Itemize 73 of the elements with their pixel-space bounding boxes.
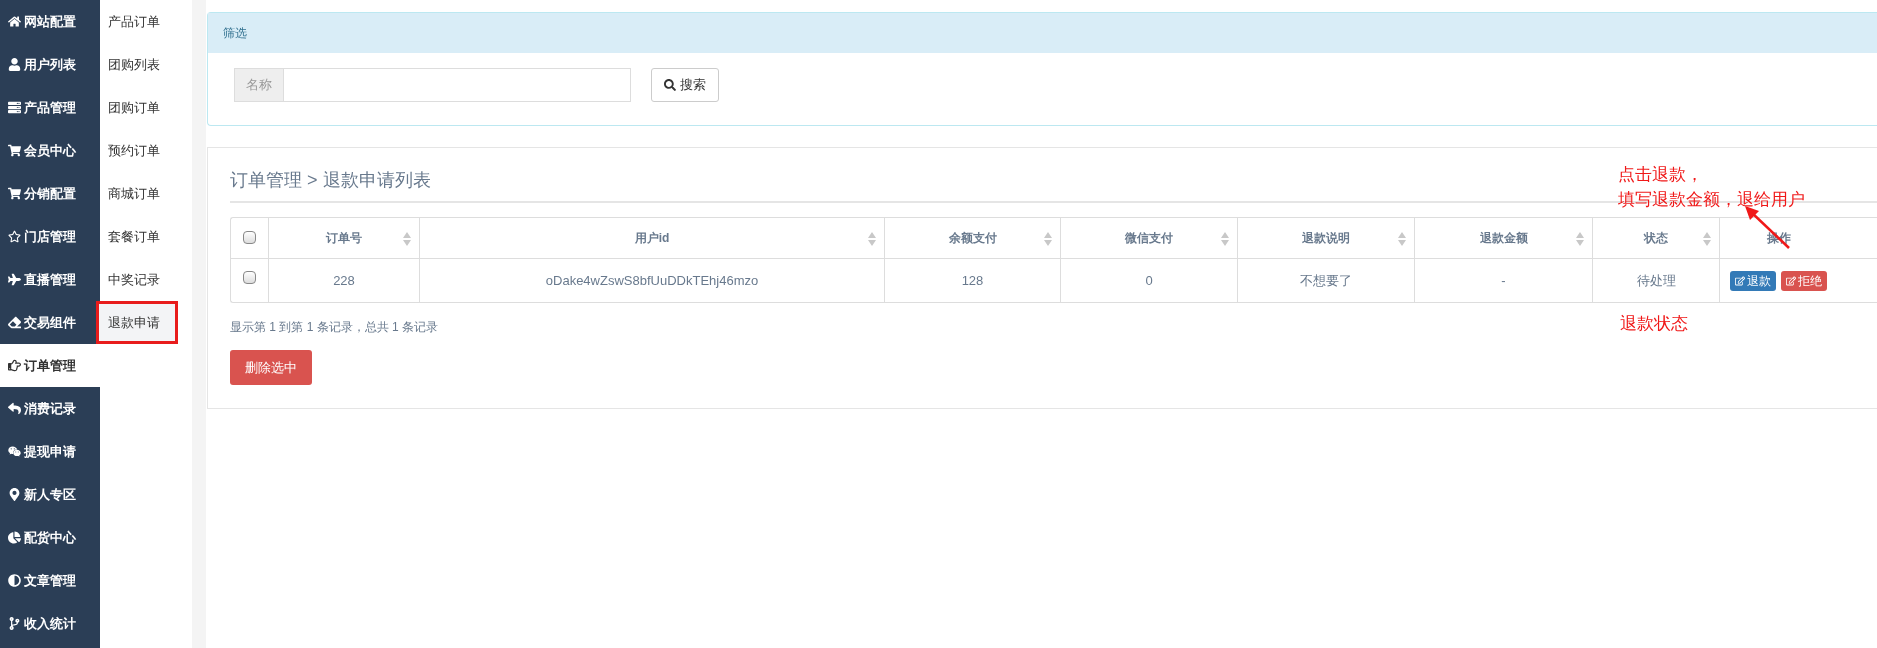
sidebar-item[interactable]: 分销配置 <box>0 172 100 215</box>
sidebar-item[interactable]: 门店管理 <box>0 215 100 258</box>
column-header[interactable]: 余额支付 <box>948 229 997 247</box>
sort-icon <box>403 232 411 246</box>
sort-icon <box>868 232 876 246</box>
sidebar-item[interactable]: 会员中心 <box>0 129 100 172</box>
sidebar-item[interactable]: 产品管理 <box>0 86 100 129</box>
pie-chart-icon <box>8 531 21 544</box>
table-cell: oDake4wZswS8bfUuDDkTEhj46mzo <box>420 259 885 302</box>
table-cell: 128 <box>885 259 1061 302</box>
column-header[interactable]: 退款说明 <box>1302 229 1350 247</box>
hand-pointer-icon <box>8 359 21 372</box>
breadcrumb: 订单管理 > 退款申请列表 <box>230 168 431 192</box>
action-annotation: 点击退款， 填写退款金额，退给用户 <box>1618 164 1805 211</box>
pagination-info: 显示第 1 到第 1 条记录，总共 1 条记录 <box>230 319 439 336</box>
sidebar-item[interactable]: 用户列表 <box>0 43 100 86</box>
sidebar-item[interactable]: 收入统计 <box>0 602 100 645</box>
table-cell: 不想要了 <box>1238 259 1415 302</box>
star-icon <box>8 230 21 243</box>
refund-button[interactable]: 退款 <box>1730 270 1776 291</box>
column-header[interactable]: 用户id <box>634 229 670 247</box>
sort-icon <box>1703 232 1711 246</box>
sort-icon <box>1221 232 1229 246</box>
home-icon <box>8 15 21 28</box>
table-cell: 0 <box>1061 259 1238 302</box>
submenu-item[interactable]: 中奖记录 <box>100 258 192 301</box>
search-icon <box>664 79 676 91</box>
edit-icon <box>1735 275 1745 286</box>
contrast-icon <box>8 574 21 587</box>
sidebar-item[interactable]: 配货中心 <box>0 516 100 559</box>
sidebar-item[interactable]: 订单管理 <box>0 344 100 387</box>
column-header[interactable]: 状态 <box>1644 229 1668 247</box>
sidebar-item[interactable]: 直播管理 <box>0 258 100 301</box>
sidebar-item[interactable]: 提现申请 <box>0 430 100 473</box>
eraser-icon <box>8 316 21 329</box>
column-header[interactable]: 退款金额 <box>1479 229 1528 247</box>
sidebar-item[interactable]: 文章管理 <box>0 559 100 602</box>
status-annotation: 退款状态 <box>1620 313 1688 335</box>
sort-icon <box>1398 232 1406 246</box>
annotation-arrow <box>1743 205 1791 249</box>
sidebar-item[interactable]: 新人专区 <box>0 473 100 516</box>
sidebar-item[interactable]: 消费记录 <box>0 387 100 430</box>
table-cell: 228 <box>269 259 420 302</box>
submenu-item[interactable]: 团购列表 <box>100 43 192 86</box>
reject-button[interactable]: 拒绝 <box>1781 270 1827 291</box>
sort-icon <box>1576 232 1584 246</box>
submenu-item[interactable]: 产品订单 <box>100 0 192 43</box>
submenu-item[interactable]: 商城订单 <box>100 172 192 215</box>
search-button[interactable]: 搜索 <box>651 68 719 102</box>
table-cell: 待处理 <box>1593 259 1720 302</box>
column-header[interactable]: 订单号 <box>326 229 362 247</box>
submenu-item[interactable]: 套餐订单 <box>100 215 192 258</box>
submenu-item[interactable]: 退款申请 <box>96 301 178 344</box>
reply-arrow-icon <box>8 402 21 415</box>
branch-icon <box>8 617 21 630</box>
plane-icon <box>8 273 21 286</box>
table-cell: - <box>1415 259 1593 302</box>
delete-selected-button[interactable]: 删除选中 <box>230 350 312 385</box>
cart-icon <box>8 187 21 200</box>
pin-icon <box>8 488 21 501</box>
server-icon <box>8 101 21 114</box>
sidebar-item[interactable]: 网站配置 <box>0 0 100 43</box>
edit-icon <box>1786 275 1796 286</box>
chat-bubbles-icon <box>8 445 21 458</box>
cart-icon <box>8 144 21 157</box>
submenu-item[interactable]: 预约订单 <box>100 129 192 172</box>
sort-icon <box>1044 232 1052 246</box>
filter-title: 筛选 <box>208 13 1877 53</box>
submenu-item[interactable]: 团购订单 <box>100 86 192 129</box>
checkbox[interactable] <box>243 231 256 244</box>
user-icon <box>8 58 21 71</box>
column-header[interactable]: 微信支付 <box>1125 229 1173 247</box>
checkbox[interactable] <box>243 271 256 284</box>
